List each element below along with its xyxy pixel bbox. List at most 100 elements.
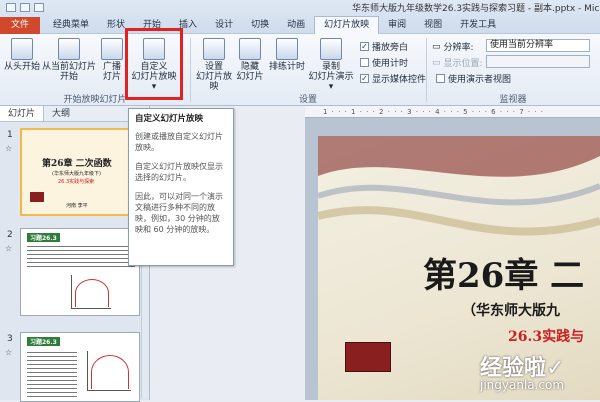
custom-slideshow-tooltip: 自定义幻灯片放映 创建或播放自定义幻灯片放映。 自定义幻灯片放映仅显示选择的幻灯… [128, 108, 234, 266]
watermark-url: jingyanla.com [480, 378, 565, 392]
tooltip-title: 自定义幻灯片放映 [135, 114, 204, 124]
book-image [30, 192, 44, 202]
panel-tabs: 幻灯片 大纲 [0, 106, 149, 122]
show-on-label-row: ▭ 显示位置: [432, 56, 483, 70]
use-timings-checkbox[interactable]: 使用计时 [360, 56, 408, 69]
transition-icon: ☆ [5, 144, 13, 153]
resolution-label-row: ▭ 分辨率: [432, 40, 474, 54]
tab-file[interactable]: 文件 [0, 17, 40, 34]
tooltip-paragraph-1: 创建或播放自定义幻灯片放映。 [135, 132, 223, 152]
record-slideshow-button[interactable]: 录制 幻灯片演示 ▾ [306, 38, 356, 92]
media-controls-checkbox[interactable]: ✓ 显示媒体控件 [360, 72, 426, 85]
from-current-label-2: 开始 [59, 72, 78, 82]
from-start-label: 从头开始 [3, 62, 40, 72]
record-icon [320, 38, 342, 60]
hide-slide-button[interactable]: 隐藏 幻灯片 [234, 38, 266, 82]
save-icon[interactable] [6, 2, 16, 12]
chevron-down-icon: ▾ [328, 82, 334, 92]
hide-slide-icon [239, 38, 261, 60]
hide-label-2: 幻灯片 [236, 72, 264, 82]
rehearse-timings-button[interactable]: 排练计时 [266, 38, 308, 72]
presenter-view-label: 使用演示者视图 [448, 75, 512, 85]
slide-thumbnail-3[interactable]: 习题26.3 [20, 332, 140, 402]
tab-slideshow[interactable]: 幻灯片放映 [314, 16, 380, 34]
from-start-button[interactable]: 从头开始 [2, 38, 42, 72]
title-bar: 华东师大版九年级数学26.3实践与探索习题 - 副本.pptx - Micros… [0, 0, 600, 34]
setup-label-2: 幻灯片放映 [195, 72, 232, 92]
record-label-2: 幻灯片演示 [308, 72, 354, 82]
tab-outline[interactable]: 大纲 [44, 106, 78, 121]
thumb-heading: 习题26.3 [27, 233, 60, 242]
resolution-select[interactable]: 使用当前分辨率 [486, 39, 590, 52]
broadcast-icon [101, 38, 123, 60]
show-on-select[interactable] [486, 55, 590, 68]
tab-developer[interactable]: 开发工具 [451, 17, 505, 34]
check-icon [360, 58, 369, 67]
tab-animations[interactable]: 动画 [278, 17, 314, 34]
show-on-label: 显示位置: [443, 59, 483, 69]
narration-checkbox[interactable]: ✓ 播放旁白 [360, 40, 408, 53]
setup-slideshow-button[interactable]: 设置 幻灯片放映 [194, 38, 234, 92]
record-label-1: 录制 [321, 62, 340, 72]
use-timings-label: 使用计时 [372, 59, 409, 69]
tab-transitions[interactable]: 切换 [242, 17, 278, 34]
highlight-box [125, 28, 183, 100]
monitor-icon: ▭ [432, 57, 441, 68]
group-label-setup: 设置 [298, 95, 317, 105]
window-title: 华东师大版九年级数学26.3实践与探索习题 - 副本.pptx - Micros… [352, 4, 600, 14]
slide-thumbnail-1[interactable]: 第26章 二次函数 (华东师大版九年级下) 26.3实践与探索 河南 李平 [20, 128, 140, 216]
slide-title: 第26章 二 [423, 256, 585, 296]
thumb-title: 第26章 二次函数 [42, 159, 112, 169]
rehearse-label: 排练计时 [268, 62, 305, 72]
slide-subtitle-red: 26.3实践与 [508, 329, 585, 345]
presenter-view-checkbox[interactable]: 使用演示者视图 [436, 72, 511, 85]
parabola-curve [91, 355, 129, 389]
group-label-monitor: 监视器 [499, 95, 527, 105]
horizontal-ruler: 1 · · · 1 · · · 2 · · · 3 · · · 4 · · · … [305, 106, 600, 118]
thumb-number-3: 3 [7, 334, 13, 344]
check-icon: ✓ [360, 42, 369, 51]
thumb-number-2: 2 [7, 230, 13, 240]
redo-icon[interactable] [34, 2, 44, 12]
thumb-author: 河南 李平 [66, 203, 88, 209]
media-controls-label: 显示媒体控件 [372, 75, 427, 85]
tooltip-paragraph-3: 因此，可以对同一个演示文稿进行多种不同的放映，例如，30 分钟的放映和 60 分… [135, 192, 223, 234]
transition-icon: ☆ [5, 244, 13, 253]
thumb-text-lines [27, 349, 77, 399]
slideshow-current-icon [58, 38, 80, 60]
thumb-heading: 习题26.3 [27, 337, 60, 346]
hide-label-1: 隐藏 [240, 62, 259, 72]
broadcast-label-1: 广播 [102, 62, 121, 72]
broadcast-button[interactable]: 广播 灯片 [98, 38, 126, 82]
narration-label: 播放旁白 [372, 43, 409, 53]
check-icon [436, 74, 445, 83]
slide-subtitle: （华东师大版九 [462, 303, 560, 319]
transition-icon: ☆ [5, 348, 13, 357]
resolution-label: 分辨率: [443, 43, 474, 53]
book-image [345, 342, 391, 372]
thumb-text-lines [27, 243, 135, 269]
slide-thumbnail-2[interactable]: 习题26.3 [20, 228, 140, 316]
tab-review[interactable]: 审阅 [379, 17, 415, 34]
tab-classic-menu[interactable]: 经典菜单 [44, 17, 98, 34]
from-current-button[interactable]: 从当前幻灯片 开始 [42, 38, 96, 82]
check-icon: ✓ [360, 74, 369, 83]
setup-icon [203, 38, 225, 60]
tab-slides[interactable]: 幻灯片 [0, 106, 45, 121]
quick-access-toolbar [6, 0, 44, 14]
parabola-curve [75, 279, 109, 307]
thumb-subtitle2: 26.3实践与探索 [58, 179, 95, 185]
from-current-label-1: 从当前幻灯片 [42, 62, 97, 72]
undo-icon[interactable] [20, 2, 30, 12]
thumb-subtitle: (华东师大版九年级下) [52, 171, 101, 177]
ribbon-tabs: 文件 经典菜单 形状 开始 插入 设计 切换 动画 幻灯片放映 审阅 视图 开发… [0, 16, 505, 34]
ribbon: 从头开始 从当前幻灯片 开始 广播 灯片 自定义 幻灯片放映 ▾ 开始放映幻灯片… [0, 34, 600, 106]
thumb-number-1: 1 [7, 130, 13, 140]
broadcast-label-2: 灯片 [102, 72, 121, 82]
tab-view[interactable]: 视图 [415, 17, 451, 34]
rehearse-icon [276, 38, 298, 60]
tab-design[interactable]: 设计 [206, 17, 242, 34]
monitor-icon: ▭ [432, 41, 441, 52]
setup-label-1: 设置 [204, 62, 223, 72]
tooltip-paragraph-2: 自定义幻灯片放映仅显示选择的幻灯片。 [135, 162, 223, 182]
